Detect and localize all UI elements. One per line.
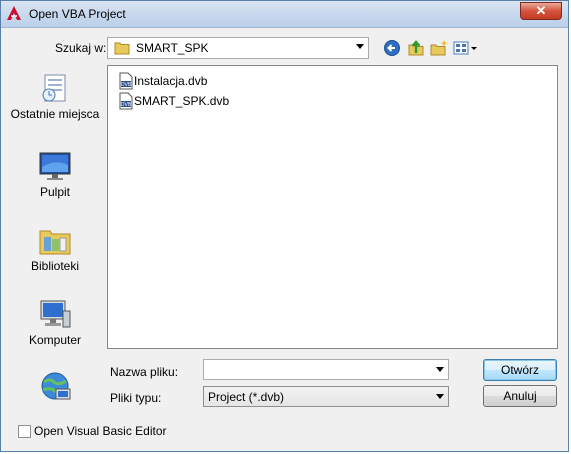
file-name: Instalacja.dvb xyxy=(134,74,208,88)
back-icon xyxy=(384,40,400,56)
views-menu-icon xyxy=(453,41,477,55)
place-libraries[interactable]: Biblioteki xyxy=(9,223,101,274)
svg-text:DVB: DVB xyxy=(121,102,132,108)
svg-text:DVB: DVB xyxy=(121,82,132,88)
cancel-button[interactable]: Anuluj xyxy=(483,385,557,407)
close-button[interactable]: ✕ xyxy=(520,2,562,20)
dvb-file-icon: DVB xyxy=(119,92,133,113)
back-button[interactable] xyxy=(383,39,401,57)
place-computer[interactable]: Komputer xyxy=(9,297,101,348)
file-name: SMART_SPK.dvb xyxy=(134,94,230,108)
place-libraries-label: Biblioteki xyxy=(30,259,80,273)
dvb-file-icon: DVB xyxy=(119,72,133,93)
file-name-input[interactable] xyxy=(203,359,449,380)
place-network[interactable] xyxy=(9,369,101,405)
folder-icon xyxy=(114,41,130,58)
place-desktop-label: Pulpit xyxy=(39,185,71,199)
chevron-down-icon[interactable] xyxy=(436,367,444,372)
look-in-dropdown[interactable]: SMART_SPK xyxy=(107,37,369,59)
file-name-label: Nazwa pliku: xyxy=(110,365,179,379)
place-computer-label: Komputer xyxy=(28,333,82,347)
place-recent-label: Ostatnie miejsca xyxy=(10,107,100,121)
file-type-value: Project (*.dvb) xyxy=(208,390,285,404)
look-in-value: SMART_SPK xyxy=(136,41,209,55)
place-desktop[interactable]: Pulpit xyxy=(9,149,101,200)
window-title: Open VBA Project xyxy=(29,7,126,21)
libraries-icon xyxy=(38,223,72,257)
new-folder-button[interactable] xyxy=(430,39,448,57)
open-vba-project-dialog: Open VBA Project ✕ Szukaj w: SMART_SPK O… xyxy=(0,0,569,452)
file-type-select[interactable]: Project (*.dvb) xyxy=(203,386,449,407)
recent-places-icon xyxy=(38,71,72,105)
autocad-app-icon xyxy=(6,5,22,21)
desktop-icon xyxy=(38,149,72,183)
place-recent[interactable]: Ostatnie miejsca xyxy=(9,71,101,122)
places-bar: Ostatnie miejsca Pulpit Biblioteki Kompu… xyxy=(9,63,101,407)
chevron-down-icon xyxy=(356,44,364,49)
open-button[interactable]: Otwórz xyxy=(483,359,557,381)
close-icon: ✕ xyxy=(535,3,547,18)
network-icon xyxy=(38,369,72,403)
look-in-label: Szukaj w: xyxy=(55,41,107,55)
up-folder-button[interactable] xyxy=(407,39,425,57)
open-editor-label[interactable]: Open Visual Basic Editor xyxy=(34,424,167,438)
file-list[interactable]: DVB Instalacja.dvb DVB SMART_SPK.dvb xyxy=(107,65,558,349)
up-folder-icon xyxy=(408,40,424,56)
open-editor-checkbox[interactable] xyxy=(18,425,31,438)
chevron-down-icon xyxy=(436,394,444,399)
computer-icon xyxy=(38,297,72,331)
file-type-label: Pliki typu: xyxy=(110,391,162,405)
views-menu-button[interactable] xyxy=(453,39,479,57)
new-folder-icon xyxy=(430,40,448,56)
title-bar[interactable]: Open VBA Project ✕ xyxy=(1,1,568,28)
